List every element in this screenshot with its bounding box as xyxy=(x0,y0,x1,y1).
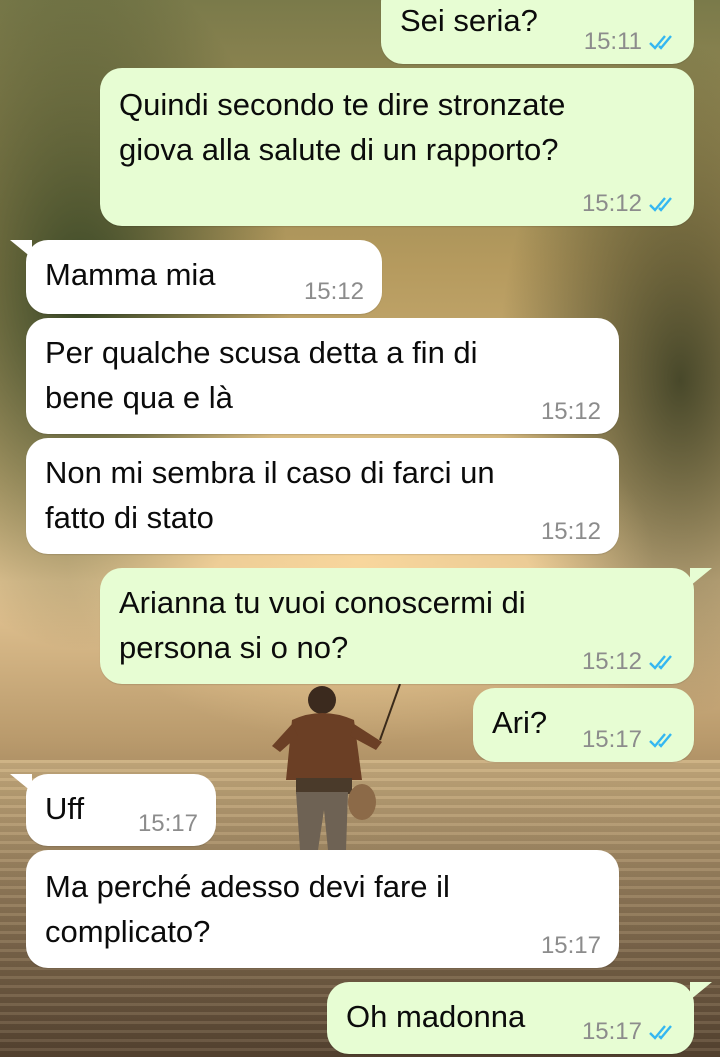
message-text: Ma perché adesso devi fare il complicato… xyxy=(45,869,450,949)
message-time: 15:12 xyxy=(540,518,601,545)
message-list[interactable]: Sei seria? 15:11 Quindi secondo te dire … xyxy=(0,0,720,1057)
message-meta: 15:12 xyxy=(582,648,678,676)
message-text: Sei seria? xyxy=(400,3,538,38)
message-bubble-outgoing[interactable]: Oh madonna 15:17 xyxy=(327,982,694,1054)
message-time: 15:12 xyxy=(581,190,642,217)
message-bubble-outgoing[interactable]: Quindi secondo te dire stronzate giova a… xyxy=(100,68,694,226)
message-meta: 15:17 xyxy=(582,726,678,754)
message-meta: 15:12 xyxy=(304,278,364,306)
message-text: Arianna tu vuoi conoscermi di persona si… xyxy=(119,585,526,665)
message-time: 15:12 xyxy=(581,648,642,675)
message-time: 15:12 xyxy=(540,398,601,425)
message-bubble-outgoing[interactable]: Sei seria? 15:11 xyxy=(381,0,694,64)
message-time: 15:11 xyxy=(583,28,642,55)
message-bubble-incoming[interactable]: Non mi sembra il caso di farci un fatto … xyxy=(26,438,619,554)
message-time: 15:17 xyxy=(581,726,642,753)
message-time: 15:17 xyxy=(137,810,198,837)
double-check-icon xyxy=(649,1025,672,1040)
message-bubble-incoming[interactable]: Ma perché adesso devi fare il complicato… xyxy=(26,850,619,968)
message-meta: 15:17 xyxy=(541,932,601,960)
double-check-icon xyxy=(649,35,672,50)
double-check-icon xyxy=(649,197,672,212)
message-meta: 15:17 xyxy=(138,810,198,838)
message-bubble-incoming[interactable]: Per qualche scusa detta a fin di bene qu… xyxy=(26,318,619,434)
bubble-tail xyxy=(690,982,712,1000)
double-check-icon xyxy=(649,733,672,748)
message-text: Mamma mia xyxy=(45,257,216,292)
message-text: Per qualche scusa detta a fin di bene qu… xyxy=(45,335,478,415)
message-time: 15:17 xyxy=(581,1018,642,1045)
message-text: Oh madonna xyxy=(346,999,526,1034)
bubble-tail xyxy=(690,568,712,586)
message-bubble-incoming[interactable]: Mamma mia 15:12 xyxy=(26,240,382,314)
message-text: Uff xyxy=(45,791,85,826)
double-check-icon xyxy=(649,655,672,670)
message-meta: 15:12 xyxy=(541,518,601,546)
message-text: Quindi secondo te dire stronzate giova a… xyxy=(119,87,566,167)
message-text: Non mi sembra il caso di farci un fatto … xyxy=(45,455,495,535)
message-meta: 15:17 xyxy=(582,1018,678,1046)
message-meta: 15:12 xyxy=(582,190,678,218)
message-meta: 15:11 xyxy=(584,28,678,56)
message-bubble-incoming[interactable]: Uff 15:17 xyxy=(26,774,216,846)
message-meta: 15:12 xyxy=(541,398,601,426)
message-time: 15:17 xyxy=(540,932,601,959)
message-bubble-outgoing[interactable]: Ari? 15:17 xyxy=(473,688,694,762)
message-bubble-outgoing[interactable]: Arianna tu vuoi conoscermi di persona si… xyxy=(100,568,694,684)
message-text: Ari? xyxy=(492,705,548,740)
message-time: 15:12 xyxy=(303,278,364,305)
